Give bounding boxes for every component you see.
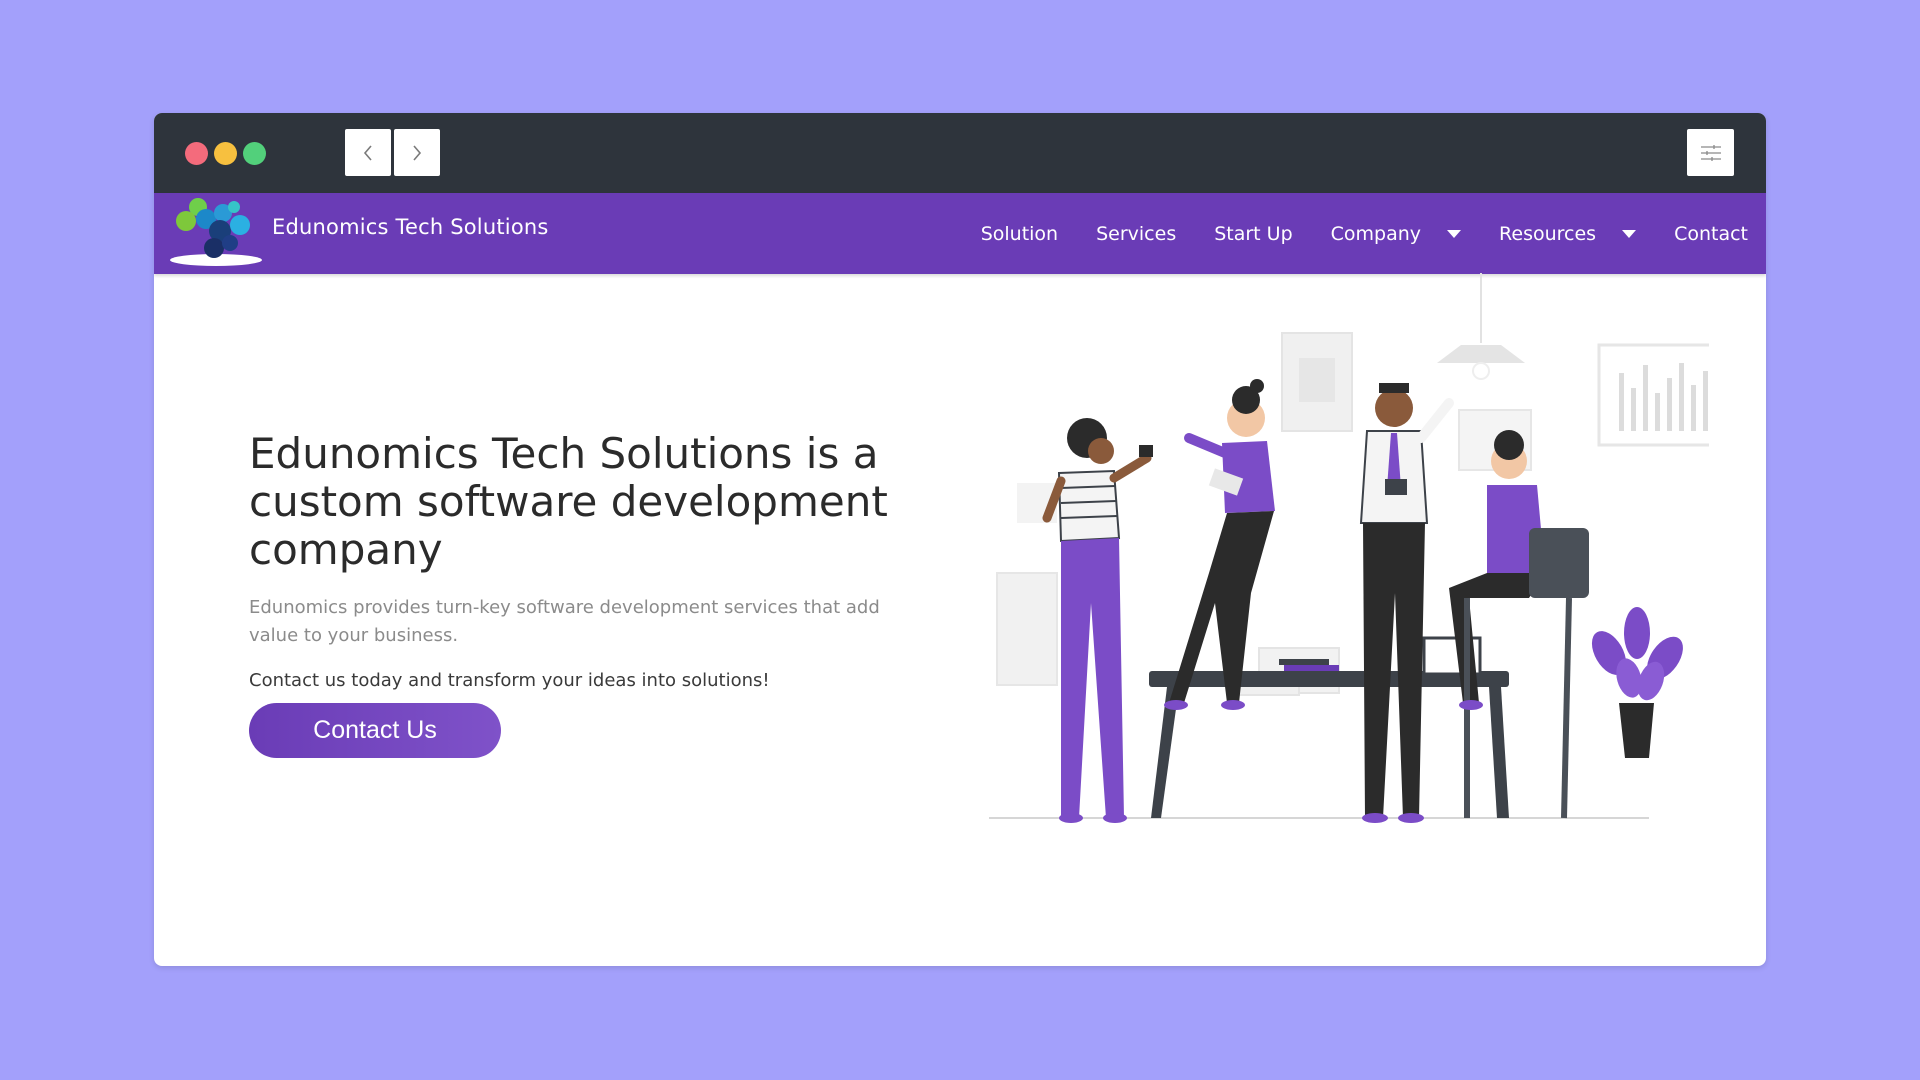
hero-section: Edunomics Tech Solutions is a custom sof… — [249, 430, 969, 758]
brand-name[interactable]: Edunomics Tech Solutions — [272, 215, 549, 239]
nav-item-start-up[interactable]: Start Up — [1214, 223, 1292, 245]
browser-toolbar — [154, 113, 1766, 193]
back-button[interactable] — [345, 129, 391, 176]
browser-window: Edunomics Tech Solutions Solution Servic… — [154, 113, 1766, 966]
hero-subtext: Edunomics provides turn-key software dev… — [249, 597, 880, 646]
nav-item-label: Solution — [980, 222, 1059, 245]
browser-menu-button[interactable] — [1687, 129, 1734, 176]
maximize-window-button[interactable] — [243, 142, 266, 165]
nav-item-resources[interactable]: Resources — [1499, 222, 1637, 245]
brand-logo[interactable] — [168, 193, 264, 274]
caret-down-icon — [1622, 229, 1637, 238]
site-navbar: Edunomics Tech Solutions Solution Servic… — [154, 193, 1766, 274]
hero-headline: Edunomics Tech Solutions is a custom sof… — [249, 429, 888, 574]
nav-item-label: Company — [1330, 222, 1422, 245]
hero-cta-text: Contact us today and transform your idea… — [249, 670, 770, 691]
nav-item-company[interactable]: Company — [1330, 222, 1462, 245]
forward-button[interactable] — [394, 129, 440, 176]
team-illustration — [989, 273, 1709, 823]
chevron-left-icon — [363, 144, 372, 161]
main-menu: Solution Services Start Up Company Resou… — [943, 193, 1748, 274]
nav-item-label: Contact — [1674, 222, 1748, 245]
sliders-icon — [1700, 144, 1721, 161]
nav-item-solution[interactable]: Solution — [981, 223, 1058, 245]
nav-item-label: Services — [1096, 222, 1177, 245]
nav-item-label: Start Up — [1214, 222, 1293, 245]
minimize-window-button[interactable] — [214, 142, 237, 165]
nav-item-services[interactable]: Services — [1096, 223, 1176, 245]
nav-item-label: Resources — [1499, 222, 1597, 245]
caret-down-icon — [1447, 229, 1462, 238]
close-window-button[interactable] — [185, 142, 208, 165]
chevron-right-icon — [413, 144, 422, 161]
contact-us-button[interactable]: Contact Us — [249, 703, 501, 758]
nav-item-contact[interactable]: Contact — [1674, 223, 1748, 245]
